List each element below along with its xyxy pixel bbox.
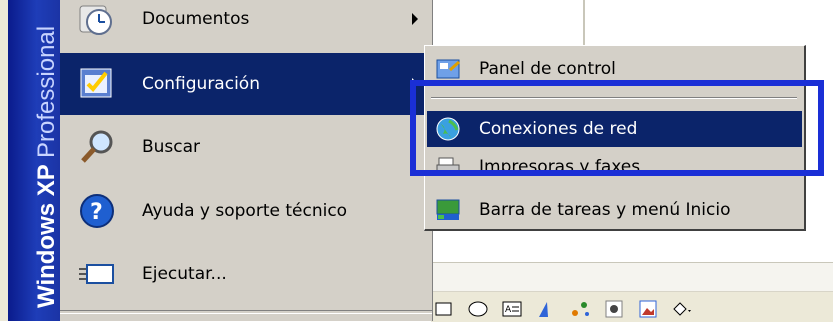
svg-text:A: A — [505, 305, 512, 315]
toolbar-icons: A — [431, 296, 695, 322]
submenu-item-panel-de-control[interactable]: Panel de control — [427, 51, 802, 87]
start-menu-banner: Windows XP Professional — [8, 0, 60, 321]
menu-item-label: Ejecutar... — [142, 264, 227, 284]
ellipse-tool-icon[interactable] — [465, 298, 491, 320]
svg-text:?: ? — [90, 200, 103, 225]
menu-item-label: Ayuda y soporte técnico — [142, 201, 348, 221]
fill-color-icon[interactable] — [669, 298, 695, 320]
menu-item-ayuda[interactable]: ? Ayuda y soporte técnico — [60, 180, 432, 242]
clipart-tool-icon[interactable] — [601, 298, 627, 320]
submenu-item-label: Conexiones de red — [479, 119, 638, 139]
submenu-separator — [431, 97, 797, 99]
banner-text: Windows XP Professional — [33, 25, 60, 308]
control-panel-icon — [433, 55, 465, 83]
run-icon — [72, 253, 122, 295]
submenu-item-label: Impresoras y faxes — [479, 157, 641, 177]
background-divider — [583, 0, 585, 45]
taskbar-icon — [433, 196, 465, 224]
rectangle-tool-icon[interactable] — [431, 298, 457, 320]
menu-item-ejecutar[interactable]: Ejecutar... — [60, 243, 432, 305]
menu-separator — [60, 310, 432, 314]
submenu-item-label: Barra de tareas y menú Inicio — [479, 200, 731, 220]
submenu-item-barra-de-tareas[interactable]: Barra de tareas y menú Inicio — [427, 192, 802, 228]
menu-item-configuracion[interactable]: Configuración — [60, 53, 432, 115]
network-globe-icon — [433, 115, 465, 143]
diagram-tool-icon[interactable] — [567, 298, 593, 320]
submenu-item-impresoras-y-faxes[interactable]: Impresoras y faxes — [427, 149, 802, 185]
help-icon: ? — [72, 190, 122, 232]
documents-clock-icon — [72, 0, 122, 40]
submenu-arrow-icon — [412, 13, 418, 25]
menu-item-label: Configuración — [142, 74, 260, 94]
picture-tool-icon[interactable] — [635, 298, 661, 320]
printer-icon — [433, 153, 465, 181]
menu-item-buscar[interactable]: Buscar — [60, 116, 432, 178]
submenu-item-conexiones-de-red[interactable]: Conexiones de red — [427, 111, 802, 147]
start-menu: Documentos Configuración Buscar ? Ayuda … — [60, 0, 433, 321]
menu-item-documentos[interactable]: Documentos — [60, 0, 432, 50]
submenu-item-label: Panel de control — [479, 59, 616, 79]
settings-check-icon — [72, 63, 122, 105]
toolbar-strip — [431, 263, 833, 292]
wordart-tool-icon[interactable] — [533, 298, 559, 320]
background-drawing-toolbar: A — [431, 262, 833, 322]
configuracion-submenu: Panel de control Conexiones de red Impre… — [424, 45, 806, 231]
submenu-arrow-icon — [412, 78, 418, 90]
banner-edition: Professional — [33, 25, 60, 158]
banner-product: Windows XP — [33, 164, 60, 308]
menu-item-label: Buscar — [142, 137, 201, 157]
textbox-tool-icon[interactable]: A — [499, 298, 525, 320]
menu-item-label: Documentos — [142, 9, 250, 29]
magnifier-icon — [72, 126, 122, 168]
